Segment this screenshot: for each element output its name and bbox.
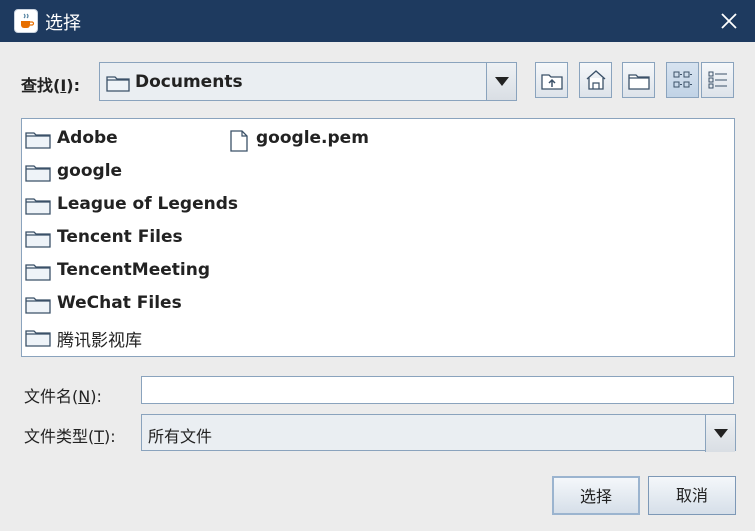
folder-icon — [25, 262, 51, 286]
folder-icon — [25, 196, 51, 220]
approve-button[interactable]: 选择 — [552, 476, 640, 515]
close-icon[interactable] — [717, 9, 741, 33]
folder-icon — [25, 163, 51, 187]
folder-icon — [25, 328, 51, 352]
up-one-level-button[interactable] — [535, 62, 568, 98]
file-icon — [229, 130, 249, 157]
lookin-combo[interactable]: Documents — [99, 62, 517, 101]
title-bar: 选择 — [0, 0, 755, 42]
lookin-label: 查找(I): — [21, 76, 80, 95]
cancel-button[interactable]: 取消 — [648, 476, 736, 515]
chevron-down-icon[interactable] — [705, 415, 735, 452]
lookin-value: Documents — [135, 72, 243, 92]
java-cup-icon — [14, 9, 38, 33]
file-list[interactable]: Adobe google League of Legends Tencent F… — [21, 118, 735, 357]
folder-icon — [25, 295, 51, 319]
new-folder-button[interactable] — [622, 62, 655, 98]
folder-icon — [25, 130, 51, 154]
details-view-button[interactable] — [701, 62, 734, 98]
home-icon — [586, 70, 606, 90]
window-title: 选择 — [45, 13, 81, 34]
list-view-icon — [673, 71, 692, 88]
filetype-value: 所有文件 — [148, 427, 213, 446]
details-view-icon — [708, 71, 727, 89]
folder-up-icon — [541, 74, 563, 90]
home-button[interactable] — [579, 62, 612, 98]
filename-input[interactable] — [141, 376, 734, 404]
folder-icon — [106, 74, 130, 96]
filetype-combo[interactable]: 所有文件 — [141, 414, 736, 452]
list-view-button[interactable] — [666, 62, 699, 98]
filename-label: 文件名(N): — [24, 387, 102, 406]
new-folder-icon — [628, 74, 650, 90]
chevron-down-icon[interactable] — [486, 63, 516, 100]
folder-icon — [25, 229, 51, 253]
filetype-label: 文件类型(T): — [24, 427, 116, 446]
